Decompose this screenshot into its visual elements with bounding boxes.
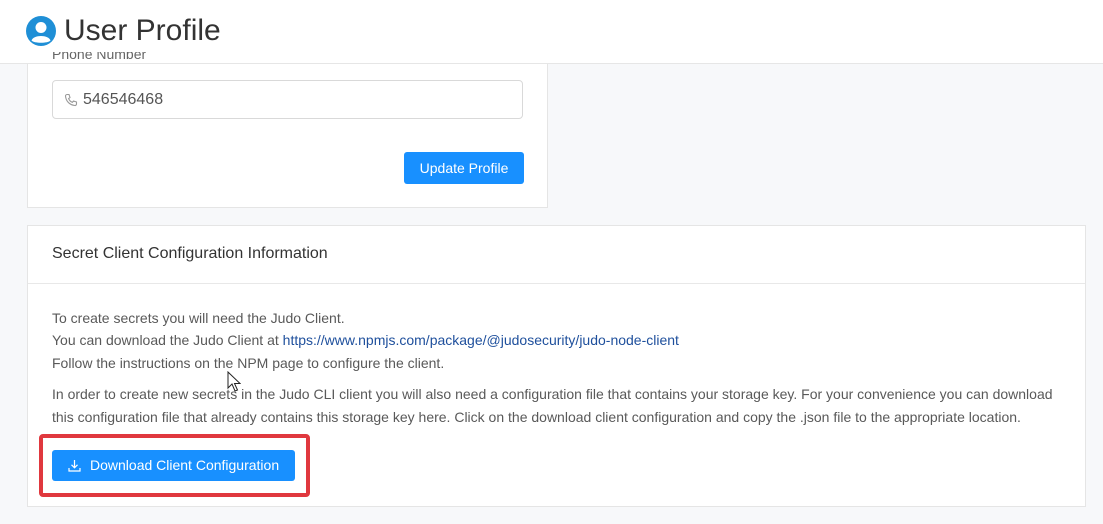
card-title: Secret Client Configuration Information [52, 245, 328, 262]
phone-icon [64, 93, 78, 107]
instruction-line-3: Follow the instructions on the NPM page … [52, 355, 445, 371]
instruction-line-2: You can download the Judo Client at http… [52, 332, 679, 348]
instruction-line-1: To create secrets you will need the Judo… [52, 310, 345, 326]
npm-package-link[interactable]: https://www.npmjs.com/package/@judosecur… [283, 332, 679, 348]
instruction-line-2-prefix: You can download the Judo Client at [52, 332, 283, 348]
phone-number-label: Phone Number [52, 52, 147, 62]
config-paragraph-line-1: In order to create new secrets in the Ju… [52, 386, 1053, 402]
mouse-cursor-icon [227, 371, 241, 392]
user-circle-icon [26, 16, 56, 46]
highlight-box [39, 434, 310, 497]
card-header: Secret Client Configuration Information [28, 226, 1085, 284]
config-paragraph-line-2: this configuration file that already con… [52, 409, 1021, 425]
update-profile-button[interactable]: Update Profile [404, 152, 524, 184]
phone-number-field[interactable] [52, 80, 523, 119]
page-header: User Profile [0, 0, 1103, 64]
page-title: User Profile [64, 14, 221, 47]
phone-number-input[interactable] [83, 81, 513, 118]
